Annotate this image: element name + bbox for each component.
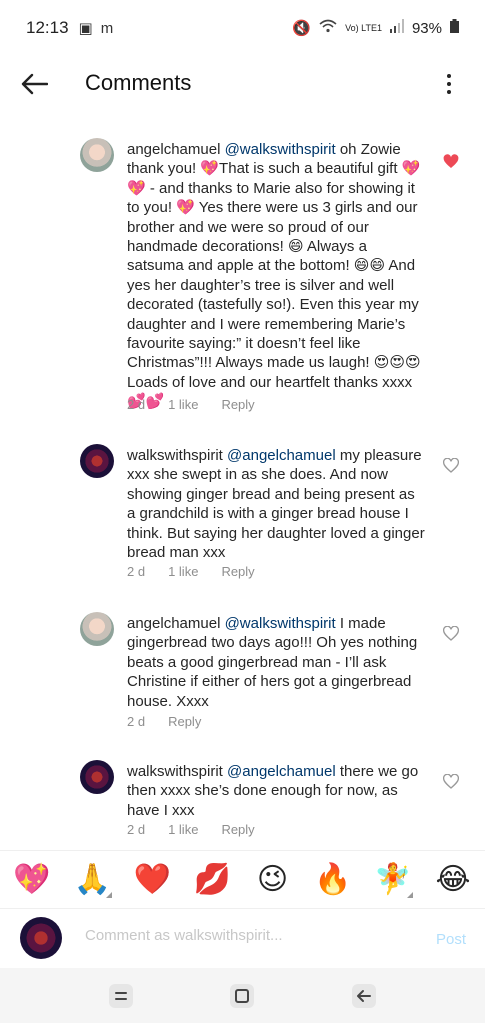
system-nav-bar — [0, 968, 485, 1023]
comment-username[interactable]: walkswithspirit — [127, 447, 223, 464]
comment-mention[interactable]: @walkswithspirit — [225, 615, 336, 632]
comment-username[interactable]: walkswithspirit — [127, 763, 223, 780]
network-label: Vo) LTE1 — [345, 22, 382, 33]
app-header: Comments — [0, 56, 485, 112]
reply-button[interactable]: Reply — [221, 564, 254, 579]
comment-likes[interactable]: 1 like — [168, 397, 198, 412]
emoji-quick-bar: 💖 🙏 ❤️ 💋 😉 🔥 🧚 😂 — [0, 850, 485, 908]
comment-age: 2 d — [127, 714, 146, 729]
reply-button[interactable]: Reply — [221, 397, 254, 412]
comment-meta: 2 d Reply — [127, 714, 224, 729]
red-heart-emoji-button[interactable]: ❤️ — [132, 860, 172, 900]
home-button[interactable] — [224, 978, 260, 1014]
recent-apps-icon — [108, 983, 133, 1008]
arrow-left-icon — [21, 73, 48, 95]
post-button[interactable]: Post — [436, 931, 466, 948]
comment-text: walkswithspirit @angelchamuel there we g… — [127, 762, 427, 820]
wifi-icon — [319, 19, 337, 37]
comment-likes[interactable]: 1 like — [168, 564, 198, 579]
comment-mention[interactable]: @angelchamuel — [227, 763, 336, 780]
status-time: 12:13 — [26, 18, 69, 37]
kiss-emoji-button[interactable]: 💋 — [192, 860, 232, 900]
gallery-icon: ▣ — [78, 20, 93, 37]
back-arrow-icon — [352, 983, 377, 1008]
more-options-button[interactable] — [439, 68, 459, 100]
dot-icon — [447, 90, 451, 94]
avatar[interactable] — [80, 612, 114, 646]
reply-button[interactable]: Reply — [168, 714, 201, 729]
folded-hands-emoji-button[interactable]: 🙏 — [72, 860, 113, 900]
status-right: 🔇 Vo) LTE1 93% — [292, 19, 459, 37]
dot-icon — [447, 82, 451, 86]
signal-icon — [389, 19, 404, 37]
battery-percent: 93% — [411, 19, 442, 37]
wink-emoji-button[interactable]: 😉 — [253, 860, 293, 900]
avatar[interactable] — [80, 760, 114, 794]
app-notification-icon: m — [100, 19, 114, 37]
avatar[interactable] — [80, 138, 114, 172]
comment-meta: 2 d 1 like Reply — [127, 564, 278, 579]
fairy-emoji-button[interactable]: 🧚 — [373, 860, 413, 900]
skin-tone-indicator — [106, 891, 113, 898]
reply-button[interactable]: Reply — [221, 822, 254, 837]
comment-text: walkswithspirit @angelchamuel my pleasur… — [127, 446, 427, 562]
back-button[interactable] — [16, 66, 52, 102]
laughing-emoji-button[interactable]: 😂 — [433, 860, 473, 900]
comment-likes[interactable]: 1 like — [168, 822, 198, 837]
skin-tone-indicator — [406, 891, 413, 898]
fire-emoji-button[interactable]: 🔥 — [313, 860, 353, 900]
comment-mention[interactable]: @walkswithspirit — [225, 141, 336, 158]
comment-age: 2 d — [127, 564, 146, 579]
back-nav-button[interactable] — [346, 978, 382, 1014]
avatar[interactable] — [80, 444, 114, 478]
comment-composer: Post — [0, 908, 485, 968]
sparkling-heart-emoji-button[interactable]: 💖 — [12, 860, 52, 900]
heart-outline-icon[interactable] — [443, 458, 459, 474]
comment-content: oh Zowie thank you! 💖That is such a beau… — [127, 141, 421, 411]
comment-text: angelchamuel @walkswithspirit I made gin… — [127, 614, 427, 711]
comment-mention[interactable]: @angelchamuel — [227, 447, 336, 464]
comment-meta: 2 d 1 like Reply — [127, 397, 278, 412]
comment-meta: 2 d 1 like Reply — [127, 822, 278, 837]
comment-age: 2 d — [127, 397, 146, 412]
battery-icon — [450, 19, 459, 37]
comment-input[interactable] — [85, 927, 405, 944]
comment-content: my pleasure xxx she swept in as she does… — [127, 447, 425, 562]
home-icon — [230, 983, 255, 1008]
my-avatar — [20, 917, 62, 959]
comment-text: angelchamuel @walkswithspirit oh Zowie t… — [127, 140, 427, 412]
liked-heart-icon[interactable] — [443, 154, 459, 170]
dot-icon — [447, 74, 451, 78]
comment-username[interactable]: angelchamuel — [127, 141, 220, 158]
mute-icon: 🔇 — [292, 20, 312, 37]
heart-outline-icon[interactable] — [443, 626, 459, 642]
comment-age: 2 d — [127, 822, 146, 837]
comment-username[interactable]: angelchamuel — [127, 615, 220, 632]
page-title: Comments — [85, 70, 192, 95]
heart-outline-icon[interactable] — [443, 774, 459, 790]
status-bar: 12:13 ▣ m 🔇 Vo) LTE1 93% — [0, 0, 485, 56]
recent-apps-button[interactable] — [103, 978, 139, 1014]
